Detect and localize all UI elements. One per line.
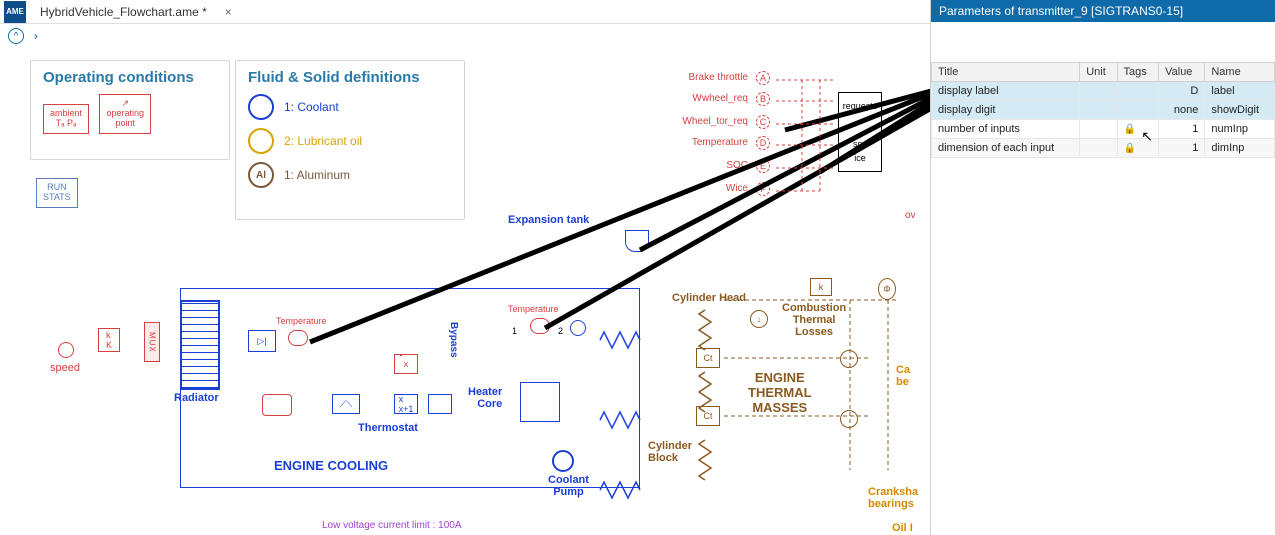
thermostat-block[interactable]: ⟋⟍ bbox=[332, 394, 360, 414]
fluid-definitions-card: Fluid & Solid definitions 1: Coolant 2: L… bbox=[235, 60, 465, 220]
soc-label: soc bbox=[853, 139, 867, 149]
col-title[interactable]: Title bbox=[932, 63, 1080, 82]
temp-sensor2[interactable] bbox=[530, 318, 550, 334]
flow-node4[interactable]: Φ bbox=[878, 278, 896, 300]
ct-block1[interactable]: Ct bbox=[696, 348, 720, 368]
param-row[interactable]: number of inputs🔒1numInp bbox=[932, 120, 1275, 139]
flow-node3[interactable] bbox=[840, 410, 858, 428]
speed-label: speed bbox=[50, 362, 80, 374]
tank-r1[interactable] bbox=[262, 394, 292, 416]
ice-label: ice bbox=[854, 153, 866, 163]
k-brown-block[interactable]: k bbox=[810, 278, 832, 296]
legend-icon bbox=[248, 128, 274, 154]
parameters-panel: Parameters of transmitter_9 [SIGTRANS0-1… bbox=[930, 0, 1275, 535]
controller-block[interactable]: requests soc ice bbox=[838, 92, 882, 172]
panel-title: Parameters of transmitter_9 [SIGTRANS0-1… bbox=[931, 0, 1275, 22]
expansion-tank-label: Expansion tank bbox=[508, 214, 589, 226]
expansion-tank-icon[interactable] bbox=[625, 230, 649, 252]
legend-label: 1: Aluminum bbox=[284, 168, 350, 182]
radiator-block[interactable] bbox=[180, 300, 220, 390]
cyl-block-label: CylinderBlock bbox=[648, 440, 692, 464]
thermostat-label: Thermostat bbox=[358, 422, 418, 434]
signal-d-label: Temperature bbox=[676, 137, 748, 148]
signal-port-d[interactable]: D bbox=[756, 136, 770, 150]
signal-port-e[interactable]: E bbox=[756, 159, 770, 173]
heater-core-label: HeaterCore bbox=[468, 386, 502, 410]
legend-label: 2: Lubricant oil bbox=[284, 134, 362, 148]
low-voltage-label: Low voltage current limit : 100A bbox=[322, 520, 462, 531]
bypass-label: Bypass bbox=[448, 322, 459, 358]
signal-a-label: Brake throttle bbox=[676, 72, 748, 83]
heater-core-block[interactable] bbox=[520, 382, 560, 422]
signal-f-label: Wice bbox=[676, 183, 748, 194]
operating-point-box[interactable]: ↗operatingpoint bbox=[99, 94, 151, 134]
block-b1[interactable]: xx+1 bbox=[394, 394, 418, 414]
port-2-label: 2 bbox=[558, 326, 563, 336]
comb-loss-label: CombustionThermalLosses bbox=[782, 302, 846, 338]
ambient-box[interactable]: ambientTₐ Pₐ bbox=[43, 104, 89, 134]
signal-port-c[interactable]: C bbox=[756, 115, 770, 129]
app-logo: AME bbox=[4, 1, 26, 23]
col-value[interactable]: Value bbox=[1159, 63, 1205, 82]
param-row[interactable]: dimension of each input🔒1dimInp bbox=[932, 139, 1275, 158]
flow-node1[interactable]: ↓ bbox=[750, 310, 768, 328]
etm-label: ENGINETHERMALMASSES bbox=[748, 370, 812, 415]
param-row[interactable]: display labelDlabel bbox=[932, 82, 1275, 101]
col-unit[interactable]: Unit bbox=[1080, 63, 1117, 82]
signal-port-b[interactable]: B bbox=[756, 92, 770, 106]
temp1-label: Temperature bbox=[276, 316, 327, 326]
temp2-label: Temperature bbox=[508, 304, 559, 314]
ov-label: ov bbox=[905, 210, 916, 221]
junction-icon[interactable] bbox=[570, 320, 586, 336]
file-tab[interactable]: HybridVehicle_Flowchart.ame * bbox=[30, 3, 217, 21]
signal-c-label: Wheel_tor_req bbox=[676, 116, 748, 127]
requests-label: requests bbox=[843, 101, 878, 111]
port-1-label: 1 bbox=[512, 326, 517, 336]
run-stats-button[interactable]: RUNSTATS bbox=[36, 178, 78, 208]
signal-port-a[interactable]: A bbox=[756, 71, 770, 85]
radiator-label: Radiator bbox=[174, 392, 219, 404]
col-tags[interactable]: Tags bbox=[1117, 63, 1159, 82]
cranksha-label: Crankshabearings bbox=[868, 486, 918, 510]
cyl-head-label: Cylinder Head bbox=[672, 292, 746, 304]
legend-icon bbox=[248, 94, 274, 120]
signal-b-label: Wwheel_req bbox=[676, 93, 748, 104]
parameters-grid[interactable]: Title Unit Tags Value Name display label… bbox=[931, 62, 1275, 158]
engine-cooling-label: ENGINE COOLING bbox=[274, 458, 388, 473]
coolant-pump-label: CoolantPump bbox=[548, 474, 589, 498]
col-name[interactable]: Name bbox=[1205, 63, 1275, 82]
speed-port-icon[interactable] bbox=[58, 342, 74, 358]
ca-be-label: Cabe bbox=[896, 364, 910, 388]
flow-node2[interactable] bbox=[840, 350, 858, 368]
mux-block[interactable]: MUX bbox=[144, 322, 160, 362]
legend-label: 1: Coolant bbox=[284, 100, 339, 114]
temp-sensor1[interactable] bbox=[288, 330, 308, 346]
ct-block2[interactable]: Ct bbox=[696, 406, 720, 426]
param-row[interactable]: display digitnoneshowDigit bbox=[932, 101, 1275, 120]
up-nav-icon[interactable]: ^ bbox=[8, 28, 24, 44]
close-tab-icon[interactable]: × bbox=[217, 5, 240, 19]
block-b2[interactable] bbox=[428, 394, 452, 414]
gain-block[interactable]: kK bbox=[98, 328, 120, 352]
breadcrumb-arrow: › bbox=[34, 29, 38, 43]
legend-icon: Al bbox=[248, 162, 274, 188]
coolant-pump-icon[interactable] bbox=[552, 450, 574, 472]
signal-port-f[interactable]: F bbox=[756, 182, 770, 196]
oil-label: Oil I bbox=[892, 522, 913, 534]
card-title: Fluid & Solid definitions bbox=[248, 69, 452, 86]
operating-conditions-card: Operating conditions ambientTₐ Pₐ ↗opera… bbox=[30, 60, 230, 160]
block-r1[interactable]: x bbox=[394, 354, 418, 374]
card-title: Operating conditions bbox=[43, 69, 217, 86]
valve1-block[interactable]: ▷| bbox=[248, 330, 276, 352]
signal-e-label: SOC bbox=[676, 160, 748, 171]
